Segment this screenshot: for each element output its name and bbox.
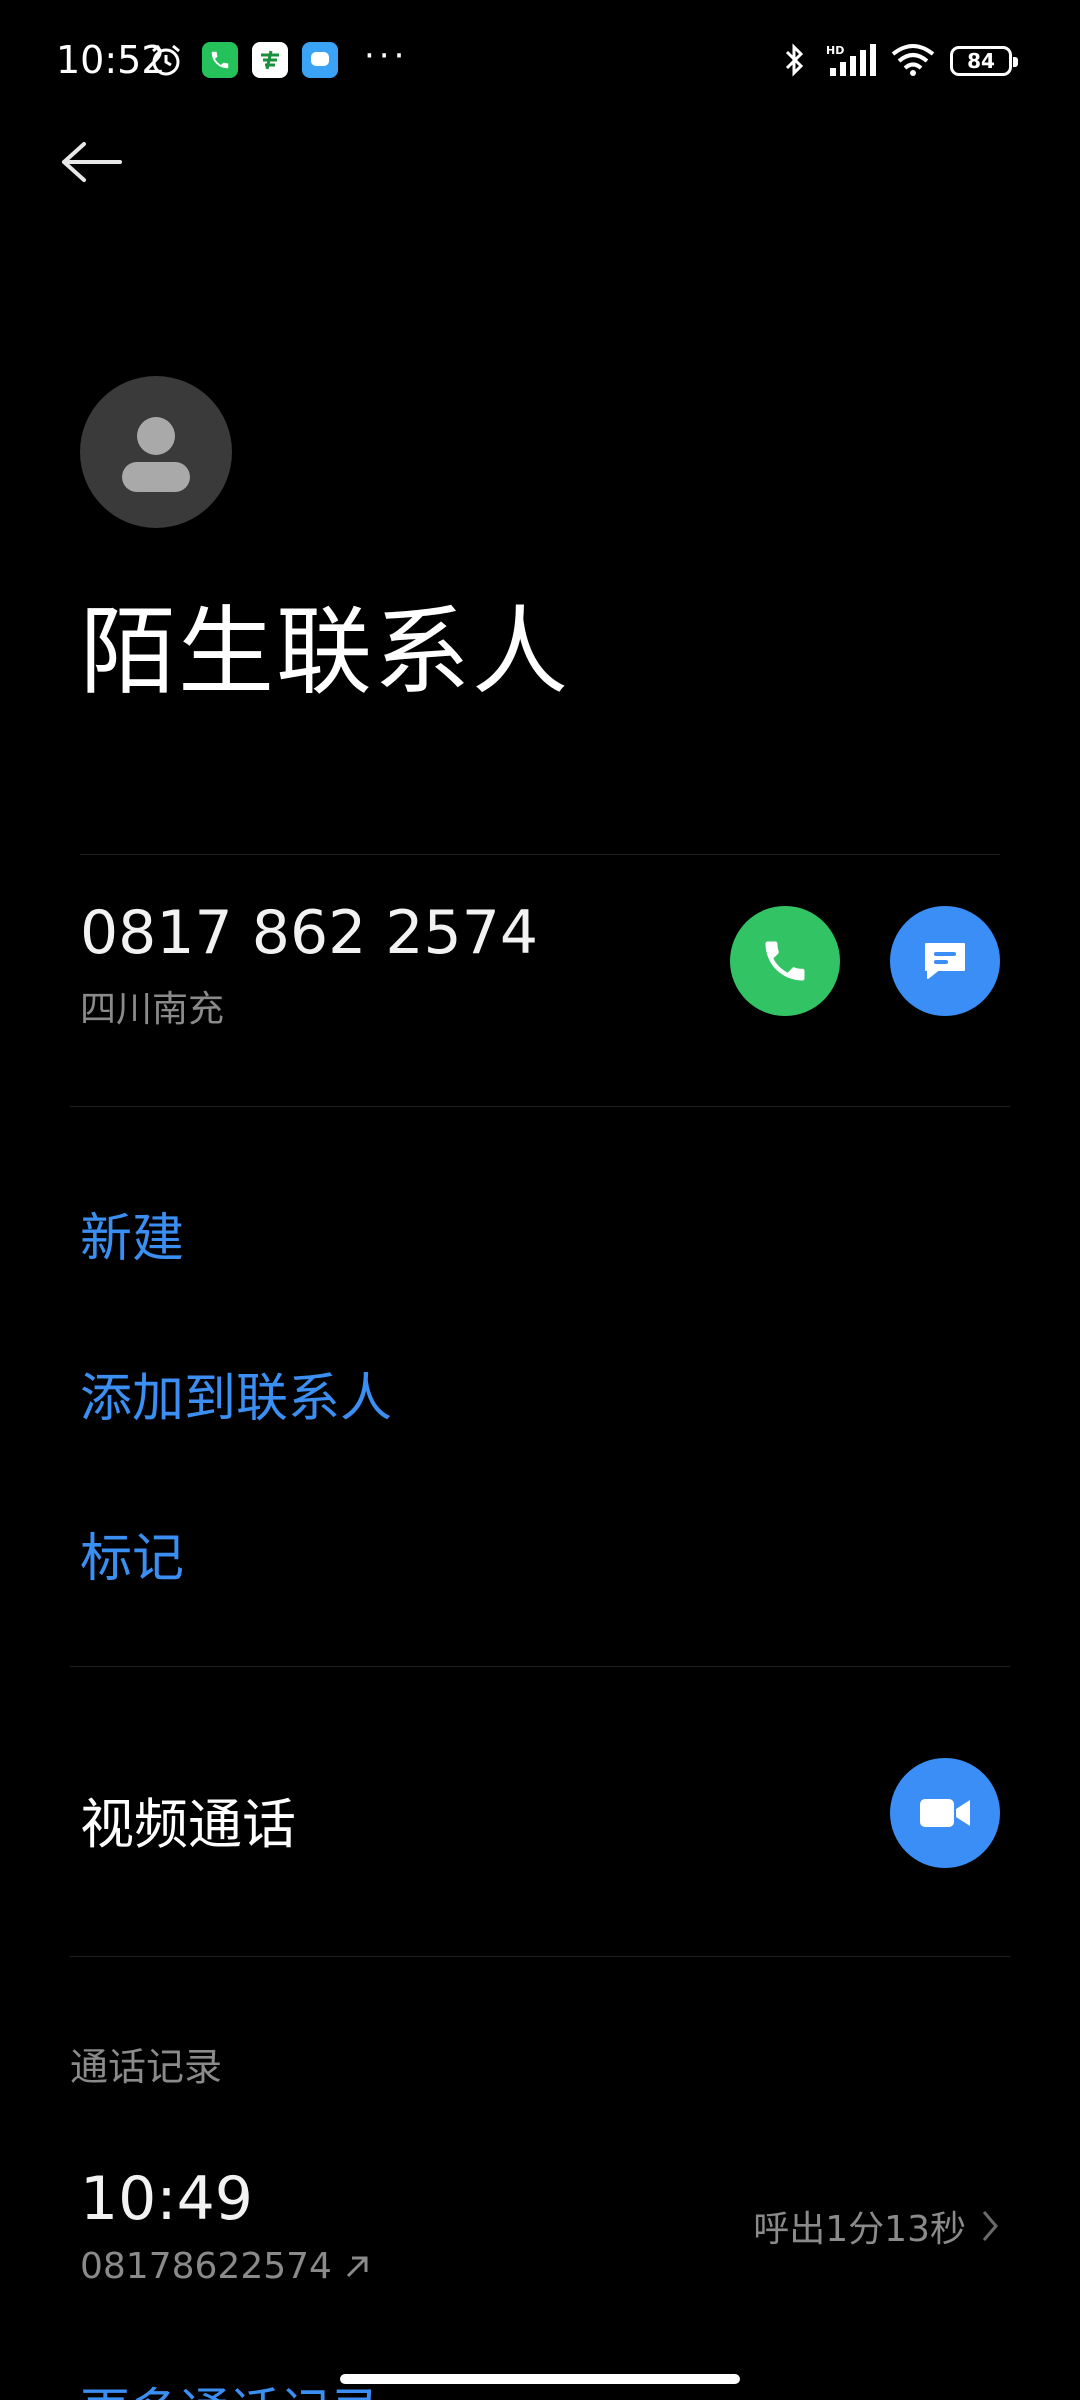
divider — [70, 1666, 1010, 1667]
call-log-number-row: 08178622574 — [80, 2246, 372, 2287]
phone-icon — [765, 941, 805, 981]
add-to-contacts-button[interactable]: 添加到联系人 — [80, 1356, 392, 1431]
divider — [70, 1106, 1010, 1107]
video-call-label: 视频通话 — [80, 1793, 296, 1856]
call-log-duration: 呼出1分13秒 — [753, 2209, 966, 2250]
mark-button[interactable]: 标记 — [80, 1516, 184, 1591]
contact-detail-screen: 10:52 ··· HD 84 陌生联系人 0817 862 2574 四川南充… — [0, 0, 1080, 2400]
video-camera-icon — [920, 1799, 970, 1827]
call-log-header: 通话记录 — [70, 2045, 223, 2089]
home-indicator[interactable] — [340, 2374, 740, 2384]
more-call-log-button[interactable]: 更多通话记录 — [80, 2372, 380, 2400]
avatar — [80, 376, 232, 528]
divider — [70, 1956, 1010, 1957]
contact-name: 陌生联系人 — [80, 596, 570, 708]
call-button[interactable] — [730, 906, 840, 1016]
phone-app-icon — [202, 42, 238, 78]
call-log-number: 08178622574 — [80, 2246, 332, 2287]
postal-app-icon — [252, 42, 288, 78]
back-button[interactable] — [60, 130, 140, 194]
arrow-left-icon — [62, 142, 122, 182]
alarm-icon — [148, 42, 184, 78]
bluetooth-icon — [776, 42, 812, 78]
hd-signal-icon: HD — [824, 42, 880, 78]
person-icon — [122, 417, 190, 492]
divider — [80, 854, 1000, 855]
message-app-icon — [302, 42, 338, 78]
more-dots-icon: ··· — [364, 36, 409, 76]
message-button[interactable] — [890, 906, 1000, 1016]
phone-number[interactable]: 0817 862 2574 — [80, 898, 538, 968]
chevron-right-icon — [982, 2211, 998, 2241]
chat-bubble-icon — [925, 943, 965, 979]
phone-location: 四川南充 — [80, 989, 225, 1030]
battery-icon: 84 — [950, 46, 1018, 76]
status-bar: 10:52 ··· HD 84 — [0, 0, 1080, 126]
new-contact-button[interactable]: 新建 — [80, 1196, 184, 1271]
call-log-time: 10:49 — [80, 2164, 253, 2234]
svg-text:HD: HD — [826, 44, 844, 57]
outgoing-call-arrow-icon — [346, 2256, 368, 2277]
wifi-icon — [890, 42, 936, 78]
call-log-detail: 呼出1分13秒 — [753, 2200, 1000, 2252]
video-call-button[interactable] — [890, 1758, 1000, 1868]
